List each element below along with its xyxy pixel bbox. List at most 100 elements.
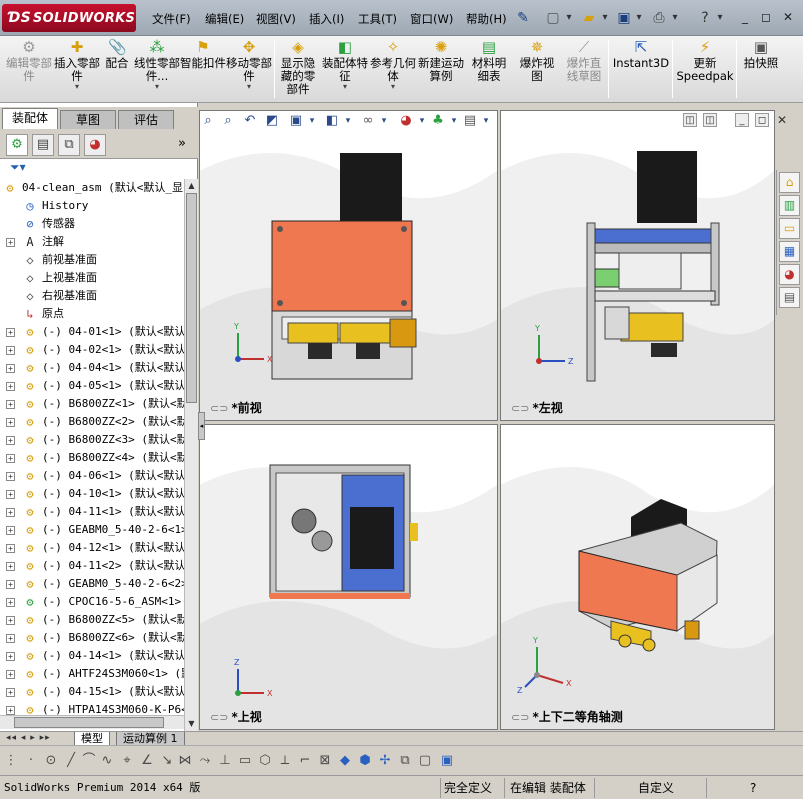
expand-icon[interactable]: + xyxy=(6,238,15,247)
tree-item[interactable]: + ⚙ (-) B6800ZZ<1> (默认<默 xyxy=(0,395,184,413)
viewport-front[interactable]: Y X ⊂⊃ *前视 xyxy=(199,110,498,421)
expand-icon[interactable]: + xyxy=(6,418,15,427)
rotate-icon[interactable]: ✢ xyxy=(376,752,394,770)
help-icon[interactable]: ? xyxy=(696,9,714,27)
zoom-to-fit-icon[interactable]: ⌕ xyxy=(199,113,217,129)
box-icon[interactable]: ▢ xyxy=(416,752,434,770)
new-icon[interactable]: ▢ xyxy=(544,9,562,27)
open-icon[interactable]: ▰ xyxy=(580,9,598,27)
tree-item[interactable]: + ⚙ (-) 04-01<1> (默认<默认 xyxy=(0,323,184,341)
assembly-features-button[interactable]: ◧ 装配体特征 ▾ xyxy=(322,38,368,102)
restore-button[interactable]: ◻ xyxy=(757,8,775,26)
scrollbar-thumb[interactable] xyxy=(186,193,197,403)
offset-icon[interactable]: ⊥ xyxy=(216,752,234,770)
edit-component-button[interactable]: ⚙ 编辑零部件 xyxy=(4,38,54,102)
expand-icon[interactable]: + xyxy=(6,400,15,409)
tree-item[interactable]: ◇ 前视基准面 xyxy=(0,251,184,269)
design-library-icon[interactable]: ▥ xyxy=(779,195,800,216)
slot-icon[interactable]: ⟂ xyxy=(276,752,294,770)
scroll-down-icon[interactable]: ▼ xyxy=(185,717,198,730)
fillet-icon[interactable]: ⌐ xyxy=(296,752,314,770)
help-button[interactable]: ? xyxy=(750,780,756,796)
tree-item[interactable]: + ⚙ (-) 04-05<1> (默认<默认 xyxy=(0,377,184,395)
new-motion-study-button[interactable]: ✺ 新建运动算例 xyxy=(418,38,464,102)
move-entity-icon[interactable]: ⬢ xyxy=(356,752,374,770)
tree-item[interactable]: + ⚙ (-) B6800ZZ<5> (默认<默 xyxy=(0,611,184,629)
appearances-icon[interactable]: ◕ xyxy=(779,264,800,285)
tree-item[interactable]: + ⚙ (-) B6800ZZ<2> (默认<默 xyxy=(0,413,184,431)
save-dropdown-icon[interactable]: ▾ xyxy=(634,9,644,27)
chevron-down-icon[interactable]: ▾ xyxy=(226,83,272,91)
tab-motion-study[interactable]: 运动算例 1 xyxy=(116,732,185,746)
new-dropdown-icon[interactable]: ▾ xyxy=(564,9,574,27)
tree-item[interactable]: ◇ 上视基准面 xyxy=(0,269,184,287)
arc-icon[interactable]: ⌒ xyxy=(80,752,98,770)
file-explorer-icon[interactable]: ▭ xyxy=(779,218,800,239)
configuration-manager-icon[interactable]: ⧉ xyxy=(58,134,80,156)
print-dropdown-icon[interactable]: ▾ xyxy=(670,9,680,27)
menu-file[interactable]: 文件(F) xyxy=(152,11,191,27)
close-button[interactable]: ✕ xyxy=(779,8,797,26)
chevron-down-icon[interactable]: ▾ xyxy=(339,113,357,129)
tree-item[interactable]: + ⚙ (-) 04-02<1> (默认<默认 xyxy=(0,341,184,359)
expand-icon[interactable]: + xyxy=(6,526,15,535)
tree-item[interactable]: + ⚙ (-) 04-12<1> (默认<默认 xyxy=(0,539,184,557)
tab-model[interactable]: 模型 xyxy=(74,732,110,746)
home-icon[interactable]: ⌂ xyxy=(779,172,800,193)
solidworks-logo[interactable]: ƊS SOLIDWORKS xyxy=(2,4,136,32)
display-manager-icon[interactable]: ◕ xyxy=(84,134,106,156)
copy-icon[interactable]: ⧉ xyxy=(396,752,414,770)
tree-item[interactable]: + ⚙ (-) 04-06<1> (默认<默认 xyxy=(0,467,184,485)
menu-window[interactable]: 窗口(W) xyxy=(410,11,453,27)
point-icon[interactable]: · xyxy=(22,752,40,770)
circle-icon[interactable]: ⊙ xyxy=(42,752,60,770)
mate-button[interactable]: 📎 配合 xyxy=(100,38,134,102)
menu-help[interactable]: 帮助(H) xyxy=(466,11,507,27)
viewport-left[interactable]: Y Z ⊂⊃ *左视 xyxy=(500,110,775,421)
save-icon[interactable]: ▣ xyxy=(615,9,633,27)
explode-line-sketch-button[interactable]: ⟋ 爆炸直线草图 xyxy=(562,38,606,102)
pin-icon[interactable]: ✎ xyxy=(514,9,532,27)
expand-icon[interactable]: + xyxy=(6,454,15,463)
property-manager-icon[interactable]: ▤ xyxy=(32,134,54,156)
tree-item[interactable]: + ⚙ (-) B6800ZZ<4> (默认<默 xyxy=(0,449,184,467)
help-dropdown-icon[interactable]: ▾ xyxy=(715,9,725,27)
trim-icon[interactable]: ↘ xyxy=(158,752,176,770)
menu-edit[interactable]: 编辑(E) xyxy=(205,11,244,27)
units-selector[interactable]: 自定义 xyxy=(638,780,674,796)
menu-view[interactable]: 视图(V) xyxy=(256,11,296,27)
expand-icon[interactable]: + xyxy=(6,580,15,589)
tree-item[interactable]: + ⚙ (-) B6800ZZ<3> (默认<默 xyxy=(0,431,184,449)
spline-icon[interactable]: ∿ xyxy=(98,752,116,770)
expand-icon[interactable]: + xyxy=(6,328,15,337)
tree-item[interactable]: + ⚙ (-) 04-14<1> (默认<默认 xyxy=(0,647,184,665)
tree-item[interactable]: + ⚙ (-) GEABM0_5-40-2-6<1> xyxy=(0,521,184,539)
expand-icon[interactable]: + xyxy=(6,598,15,607)
mirror-icon[interactable]: ⋈ xyxy=(176,752,194,770)
tree-item[interactable]: + ⚙ (-) 04-11<1> (默认<默认 xyxy=(0,503,184,521)
print-icon[interactable]: ⎙ xyxy=(650,9,668,27)
feature-manager-icon[interactable]: ⚙ xyxy=(6,134,28,156)
expand-icon[interactable]: + xyxy=(6,562,15,571)
tree-vertical-scrollbar[interactable]: ▲ ▼ xyxy=(184,179,198,731)
reference-geometry-button[interactable]: ✧ 参考几何体 ▾ xyxy=(370,38,416,102)
tab-nav-arrows-icon[interactable]: ◂◂ ◂ ▸ ▸▸ xyxy=(6,732,51,745)
collapse-panel-icon[interactable]: ◂ xyxy=(198,412,205,440)
convert-icon[interactable]: ⊠ xyxy=(316,752,334,770)
expand-icon[interactable]: + xyxy=(6,670,15,679)
tree-item[interactable]: + ⚙ (-) AHTF24S3M060<1> (默 xyxy=(0,665,184,683)
angle-icon[interactable]: ∠ xyxy=(138,752,156,770)
tree-item[interactable]: + ⚙ (-) GEABM0_5-40-2-6<2> xyxy=(0,575,184,593)
link-views-icon[interactable]: ◫ xyxy=(683,113,697,127)
previous-view-icon[interactable]: ↶ xyxy=(241,113,259,129)
chevron-down-icon[interactable]: ▾ xyxy=(303,113,321,129)
tree-item[interactable]: + ⚙ (-) 04-15<1> (默认<默认 xyxy=(0,683,184,701)
expand-icon[interactable]: + xyxy=(6,616,15,625)
menu-tools[interactable]: 工具(T) xyxy=(358,11,397,27)
instant3d-button[interactable]: ⇱ Instant3D xyxy=(612,38,670,102)
tab-evaluate[interactable]: 评估 xyxy=(118,110,174,129)
minimize-button[interactable]: _ xyxy=(736,8,754,26)
insert-component-button[interactable]: ✚ 插入零部件 ▾ xyxy=(54,38,100,102)
tree-item[interactable]: + ⚙ (-) 04-04<1> (默认<默认 xyxy=(0,359,184,377)
expand-icon[interactable]: + xyxy=(6,346,15,355)
